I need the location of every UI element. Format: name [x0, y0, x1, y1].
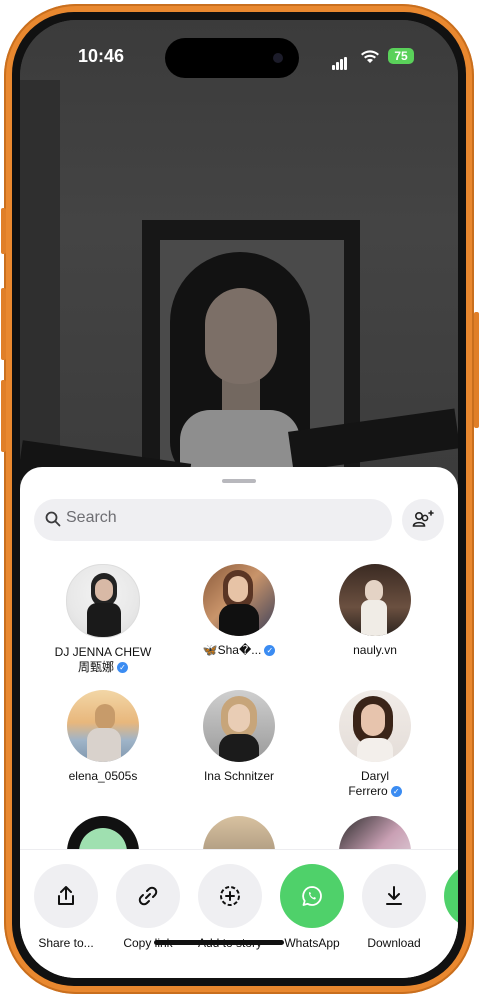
action-label: Download — [367, 936, 421, 950]
more-icon — [444, 864, 458, 928]
contact-item[interactable]: DJ JENNA CHEW 周甄娜 ✓ — [33, 564, 173, 675]
avatar — [203, 690, 275, 762]
contact-name: nauly.vn — [353, 643, 397, 657]
add-to-story-button[interactable]: Add to story — [190, 864, 270, 950]
action-label: M — [436, 936, 458, 950]
contact-item[interactable]: Daryl Ferrero ✓ — [305, 690, 445, 799]
screen: 10:46 75 Search DJ JENNA CHEW 周甄娜 ✓ 🦋Sha… — [20, 20, 458, 978]
contact-item[interactable] — [305, 816, 445, 849]
contact-item[interactable]: Ina Schnitzer — [169, 690, 309, 784]
search-icon — [45, 511, 61, 527]
verified-badge-icon: ✓ — [264, 645, 276, 657]
add-group-button[interactable] — [402, 499, 444, 541]
avatar — [66, 564, 140, 638]
power-button — [474, 312, 479, 428]
avatar — [203, 564, 275, 636]
share-sheet: Search DJ JENNA CHEW 周甄娜 ✓ 🦋Sha�... ✓ na… — [20, 467, 458, 978]
search-input[interactable]: Search — [66, 509, 117, 527]
avatar — [339, 564, 411, 636]
home-indicator[interactable] — [154, 940, 284, 945]
battery-indicator: 75 — [388, 48, 414, 64]
dynamic-island — [165, 38, 299, 78]
whatsapp-icon — [302, 886, 322, 906]
add-story-icon — [220, 886, 240, 906]
cellular-signal-icon — [332, 52, 348, 70]
whatsapp-button[interactable]: WhatsApp — [272, 864, 352, 950]
contact-item[interactable] — [33, 816, 173, 849]
volume-down-button — [1, 380, 6, 452]
avatar — [203, 816, 275, 849]
contact-name: Daryl — [360, 769, 389, 783]
avatar — [67, 816, 139, 849]
avatar — [339, 690, 411, 762]
wifi-icon — [361, 50, 379, 63]
contact-item[interactable] — [169, 816, 309, 849]
add-people-icon — [412, 510, 434, 527]
verified-badge-icon: ✓ — [117, 662, 128, 674]
contact-name: elena_0505s — [68, 769, 138, 783]
share-icon — [58, 886, 74, 905]
verified-badge-icon: ✓ — [390, 786, 402, 798]
contact-name-secondary: 周甄娜 — [77, 660, 114, 674]
share-actions-row: Share to... Copy link WhatsApp Download — [20, 849, 458, 978]
sheet-grabber[interactable] — [222, 479, 256, 483]
status-time: 10:46 — [78, 46, 125, 66]
search-field[interactable]: Search — [34, 499, 392, 541]
contact-name: 🦋Sha�... — [202, 643, 262, 657]
status-bar: 10:46 75 — [20, 20, 458, 80]
contact-name: Ina Schnitzer — [203, 769, 275, 783]
action-label: Share to... — [38, 936, 94, 950]
contact-item[interactable]: 🦋Sha�... ✓ — [169, 564, 309, 658]
action-button — [1, 208, 6, 254]
contact-item[interactable]: elena_0505s — [33, 690, 173, 784]
share-to-button[interactable]: Share to... — [26, 864, 106, 950]
volume-up-button — [1, 288, 6, 360]
avatar — [339, 816, 411, 849]
copy-link-button[interactable]: Copy link — [108, 864, 188, 950]
contact-name: DJ JENNA CHEW — [54, 645, 152, 659]
link-icon — [138, 886, 158, 906]
download-button[interactable]: Download — [354, 864, 434, 950]
more-button[interactable]: M — [436, 864, 458, 950]
avatar — [67, 690, 139, 762]
background-photo — [20, 20, 458, 540]
phone-bezel: 10:46 75 Search DJ JENNA CHEW 周甄娜 ✓ 🦋Sha… — [12, 12, 466, 986]
contact-name-secondary: Ferrero — [348, 784, 388, 798]
contact-item[interactable]: nauly.vn — [305, 564, 445, 658]
action-label: WhatsApp — [284, 936, 340, 950]
download-icon — [386, 886, 402, 905]
